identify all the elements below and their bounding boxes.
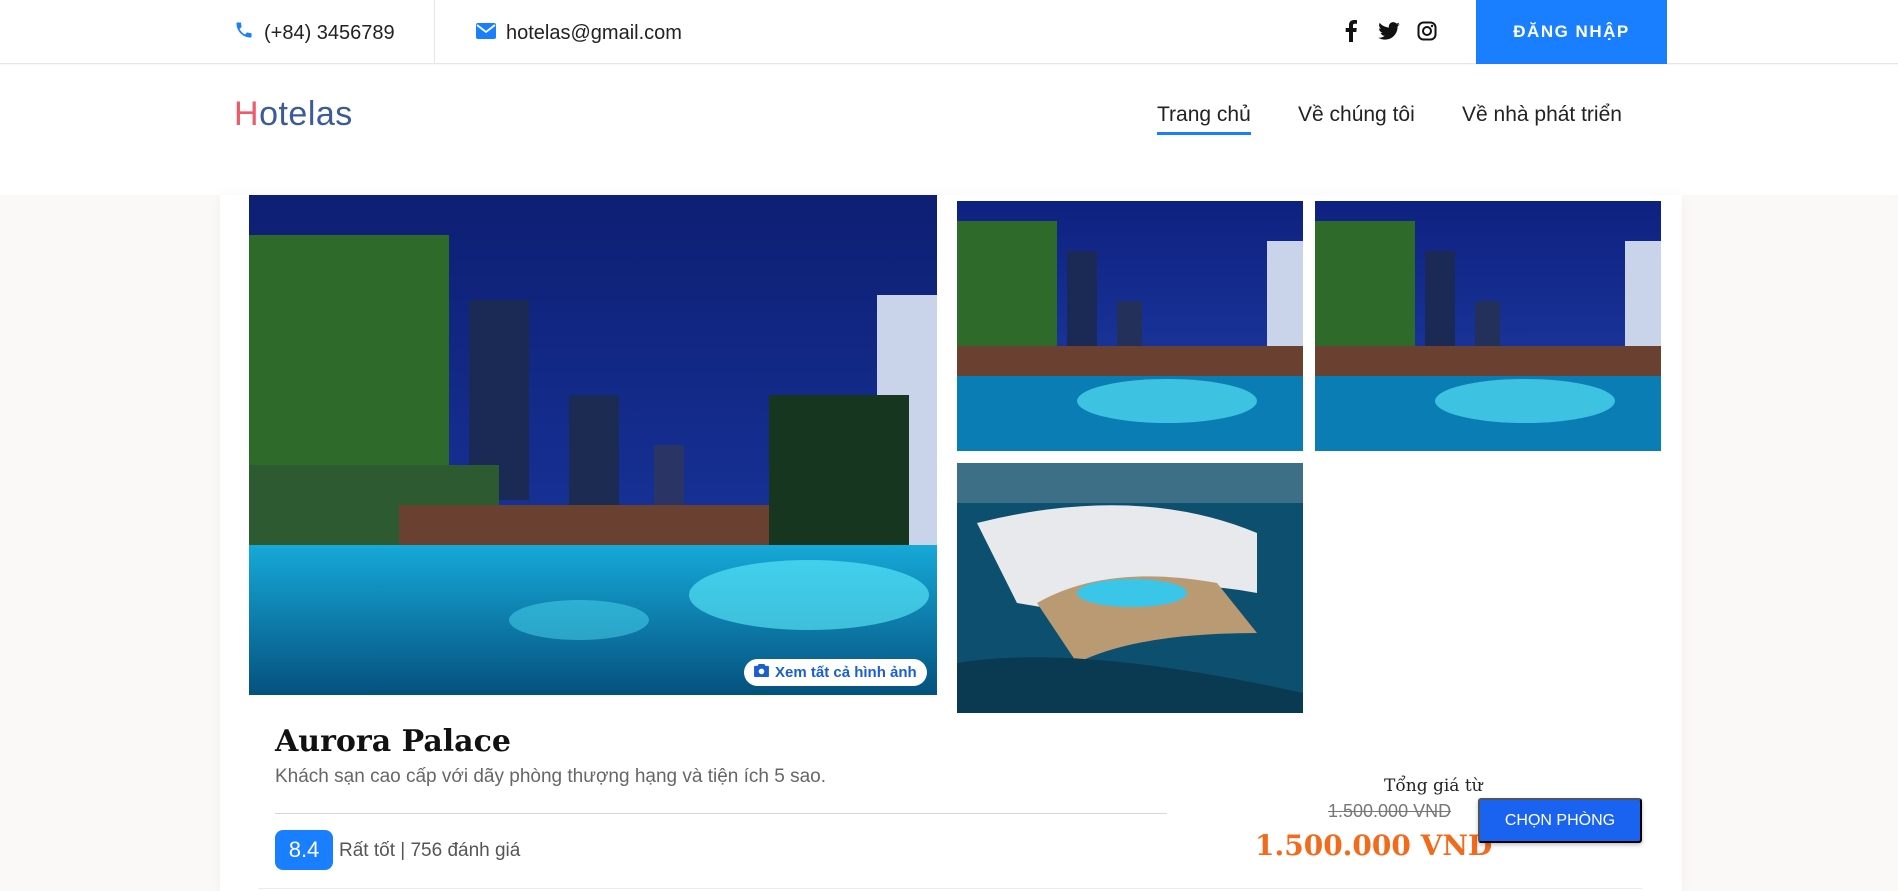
social-links (1340, 18, 1438, 44)
hotel-thumbnail-1[interactable] (957, 201, 1303, 451)
view-all-photos-button[interactable]: Xem tất cả hình ảnh (744, 659, 927, 686)
main-navbar: Hotelas Trang chủ Về chúng tôi Về nhà ph… (0, 65, 1898, 195)
phone-icon (234, 20, 254, 46)
nav-about-label: Về chúng tôi (1298, 103, 1415, 126)
hotel-thumbnail-2[interactable] (1315, 201, 1661, 451)
price-from-label: Tổng giá từ (1384, 776, 1483, 796)
card-bottom-divider (258, 888, 1642, 889)
envelope-icon (476, 22, 496, 45)
email-contact[interactable]: hotelas@gmail.com (476, 20, 682, 46)
phone-contact[interactable]: (+84) 3456789 (234, 20, 395, 46)
instagram-icon[interactable] (1416, 18, 1438, 44)
info-divider (275, 813, 1167, 814)
hotel-description: Khách sạn cao cấp với dãy phòng thượng h… (275, 766, 826, 787)
top-bar: (+84) 3456789 hotelas@gmail.com ĐĂNG NHẬ… (0, 0, 1898, 64)
rating-score-badge: 8.4 (275, 830, 333, 870)
phone-number: (+84) 3456789 (264, 21, 395, 44)
login-button[interactable]: ĐĂNG NHẬP (1476, 0, 1667, 64)
logo-initial: H (234, 95, 260, 133)
view-all-label: Xem tất cả hình ảnh (775, 664, 917, 681)
nav-home-label: Trang chủ (1157, 103, 1251, 126)
original-price: 1.500.000 VND (1328, 801, 1452, 821)
nav-about[interactable]: Về chúng tôi (1298, 103, 1415, 127)
twitter-icon[interactable] (1378, 18, 1400, 44)
logo-text: otelas (259, 95, 353, 133)
hotel-name: Aurora Palace (275, 724, 511, 759)
nav-home[interactable]: Trang chủ (1157, 103, 1251, 135)
topbar-divider (434, 0, 435, 64)
site-logo[interactable]: Hotelas (234, 95, 353, 134)
rating-summary: Rất tốt | 756 đánh giá (339, 840, 521, 861)
nav-developers-label: Về nhà phát triển (1462, 103, 1622, 126)
camera-icon (754, 664, 769, 681)
email-address: hotelas@gmail.com (506, 21, 682, 44)
active-nav-underline (1157, 132, 1251, 135)
nav-developers[interactable]: Về nhà phát triển (1462, 103, 1622, 127)
choose-room-button[interactable]: CHỌN PHÒNG (1478, 798, 1642, 843)
hotel-thumbnail-3[interactable] (957, 463, 1303, 713)
facebook-icon[interactable] (1340, 18, 1362, 44)
current-price: 1.500.000 VND (1255, 829, 1493, 862)
main-hotel-photo[interactable] (249, 195, 937, 695)
